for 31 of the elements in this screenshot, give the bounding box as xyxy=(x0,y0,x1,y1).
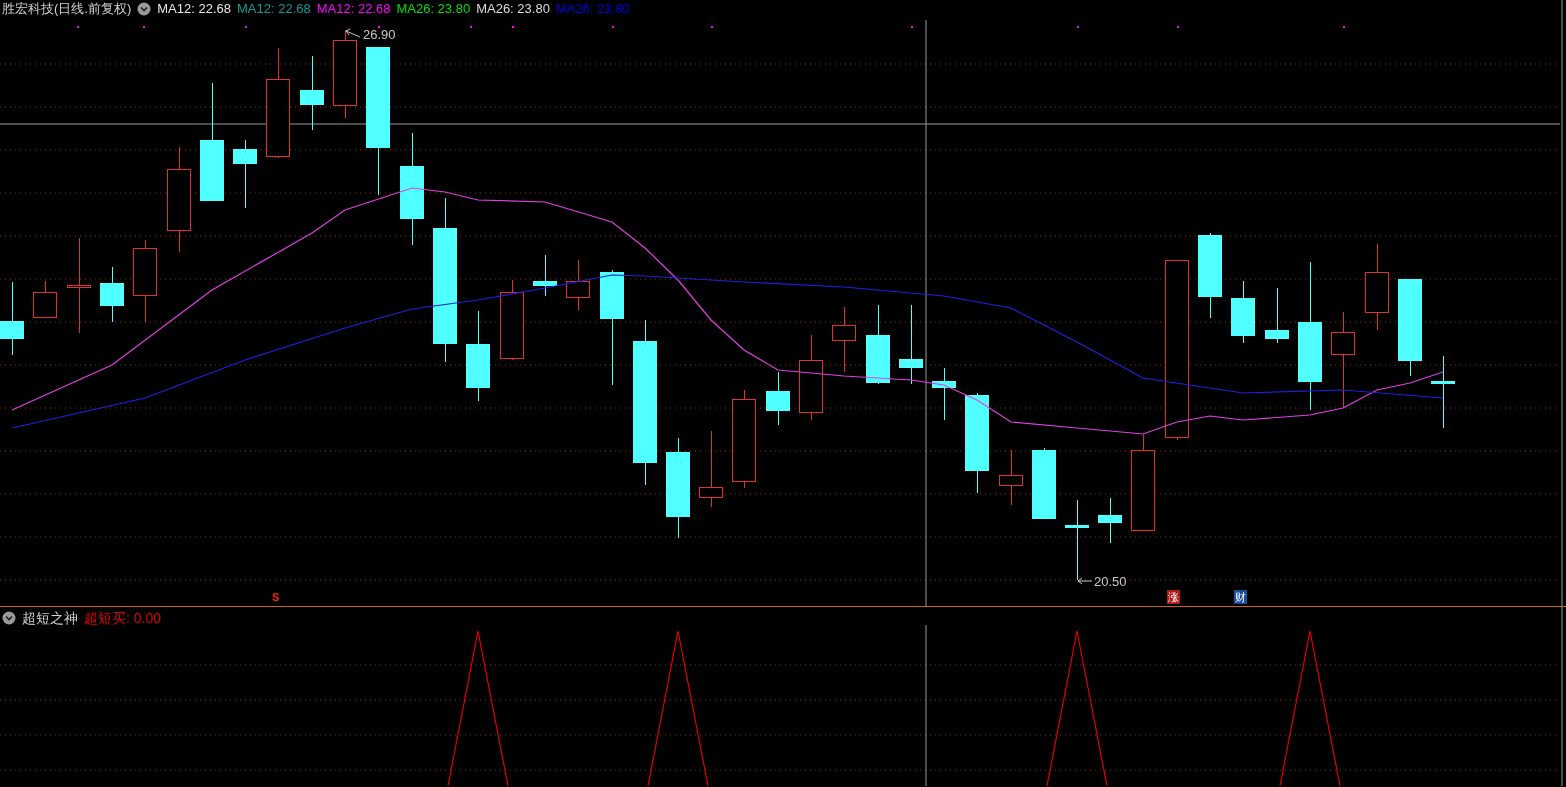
candlestick xyxy=(566,259,590,311)
event-badge[interactable]: 涨 xyxy=(1167,590,1180,604)
price-label: 26.90 xyxy=(363,27,396,43)
candlestick xyxy=(832,306,856,373)
candlestick xyxy=(1098,497,1122,544)
signal-marker: S xyxy=(272,590,280,604)
indicator-value: MA12: 22.68 xyxy=(157,0,231,19)
candlestick xyxy=(1231,280,1255,344)
candlestick xyxy=(1265,287,1289,344)
pointer-arrow xyxy=(1077,577,1093,585)
indicator-title: 超短之神 xyxy=(22,608,78,628)
indicator-value: MA26: 23.80 xyxy=(476,0,550,19)
candlestick xyxy=(766,371,790,426)
dropdown-icon[interactable] xyxy=(137,2,152,16)
indicator-value: 超短买: 0.00 xyxy=(84,608,162,628)
indicator-value: MA26: 23.80 xyxy=(396,0,471,19)
candlestick xyxy=(999,449,1023,506)
event-badge[interactable]: 财 xyxy=(1234,590,1247,604)
candlestick xyxy=(932,367,956,421)
candlestick xyxy=(33,280,57,319)
price-label: 20.50 xyxy=(1094,574,1127,590)
candlestick xyxy=(233,139,257,209)
pointer-arrow xyxy=(345,28,361,38)
candlestick xyxy=(1032,447,1056,519)
candlestick xyxy=(100,266,124,323)
dropdown-icon[interactable] xyxy=(2,611,16,625)
candlestick xyxy=(533,254,557,297)
indicator-value: MA12: 22.68 xyxy=(316,0,391,19)
indicator-value: MA12: 22.68 xyxy=(237,0,311,19)
chart-title: 胜宏科技(日线.前复权) xyxy=(2,0,132,19)
indicator-value: MA26: 23.80 xyxy=(555,0,630,19)
